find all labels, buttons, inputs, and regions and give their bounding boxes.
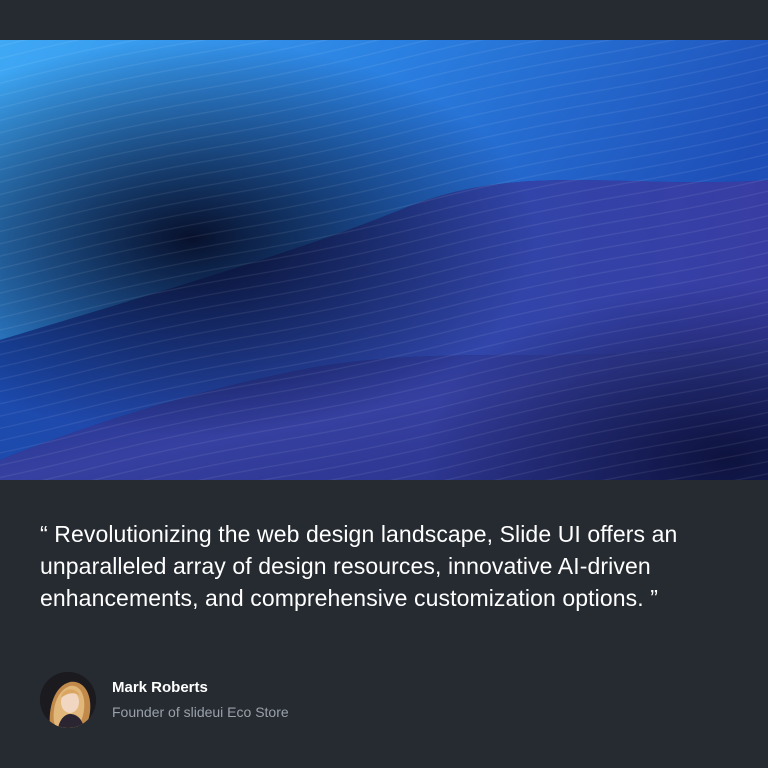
- author-name: Mark Roberts: [112, 679, 208, 696]
- author-avatar: [40, 672, 96, 728]
- author-block: Mark Roberts Founder of slideui Eco Stor…: [40, 672, 289, 728]
- hero-image: [0, 40, 768, 480]
- avatar-portrait-icon: [40, 672, 96, 728]
- author-role: Founder of slideui Eco Store: [112, 704, 289, 720]
- author-text: Mark Roberts Founder of slideui Eco Stor…: [112, 678, 289, 722]
- testimonial-card: “ Revolutionizing the web design landsca…: [0, 0, 768, 768]
- wave-texture-graphic: [0, 40, 768, 480]
- testimonial-quote: “ Revolutionizing the web design landsca…: [40, 521, 678, 611]
